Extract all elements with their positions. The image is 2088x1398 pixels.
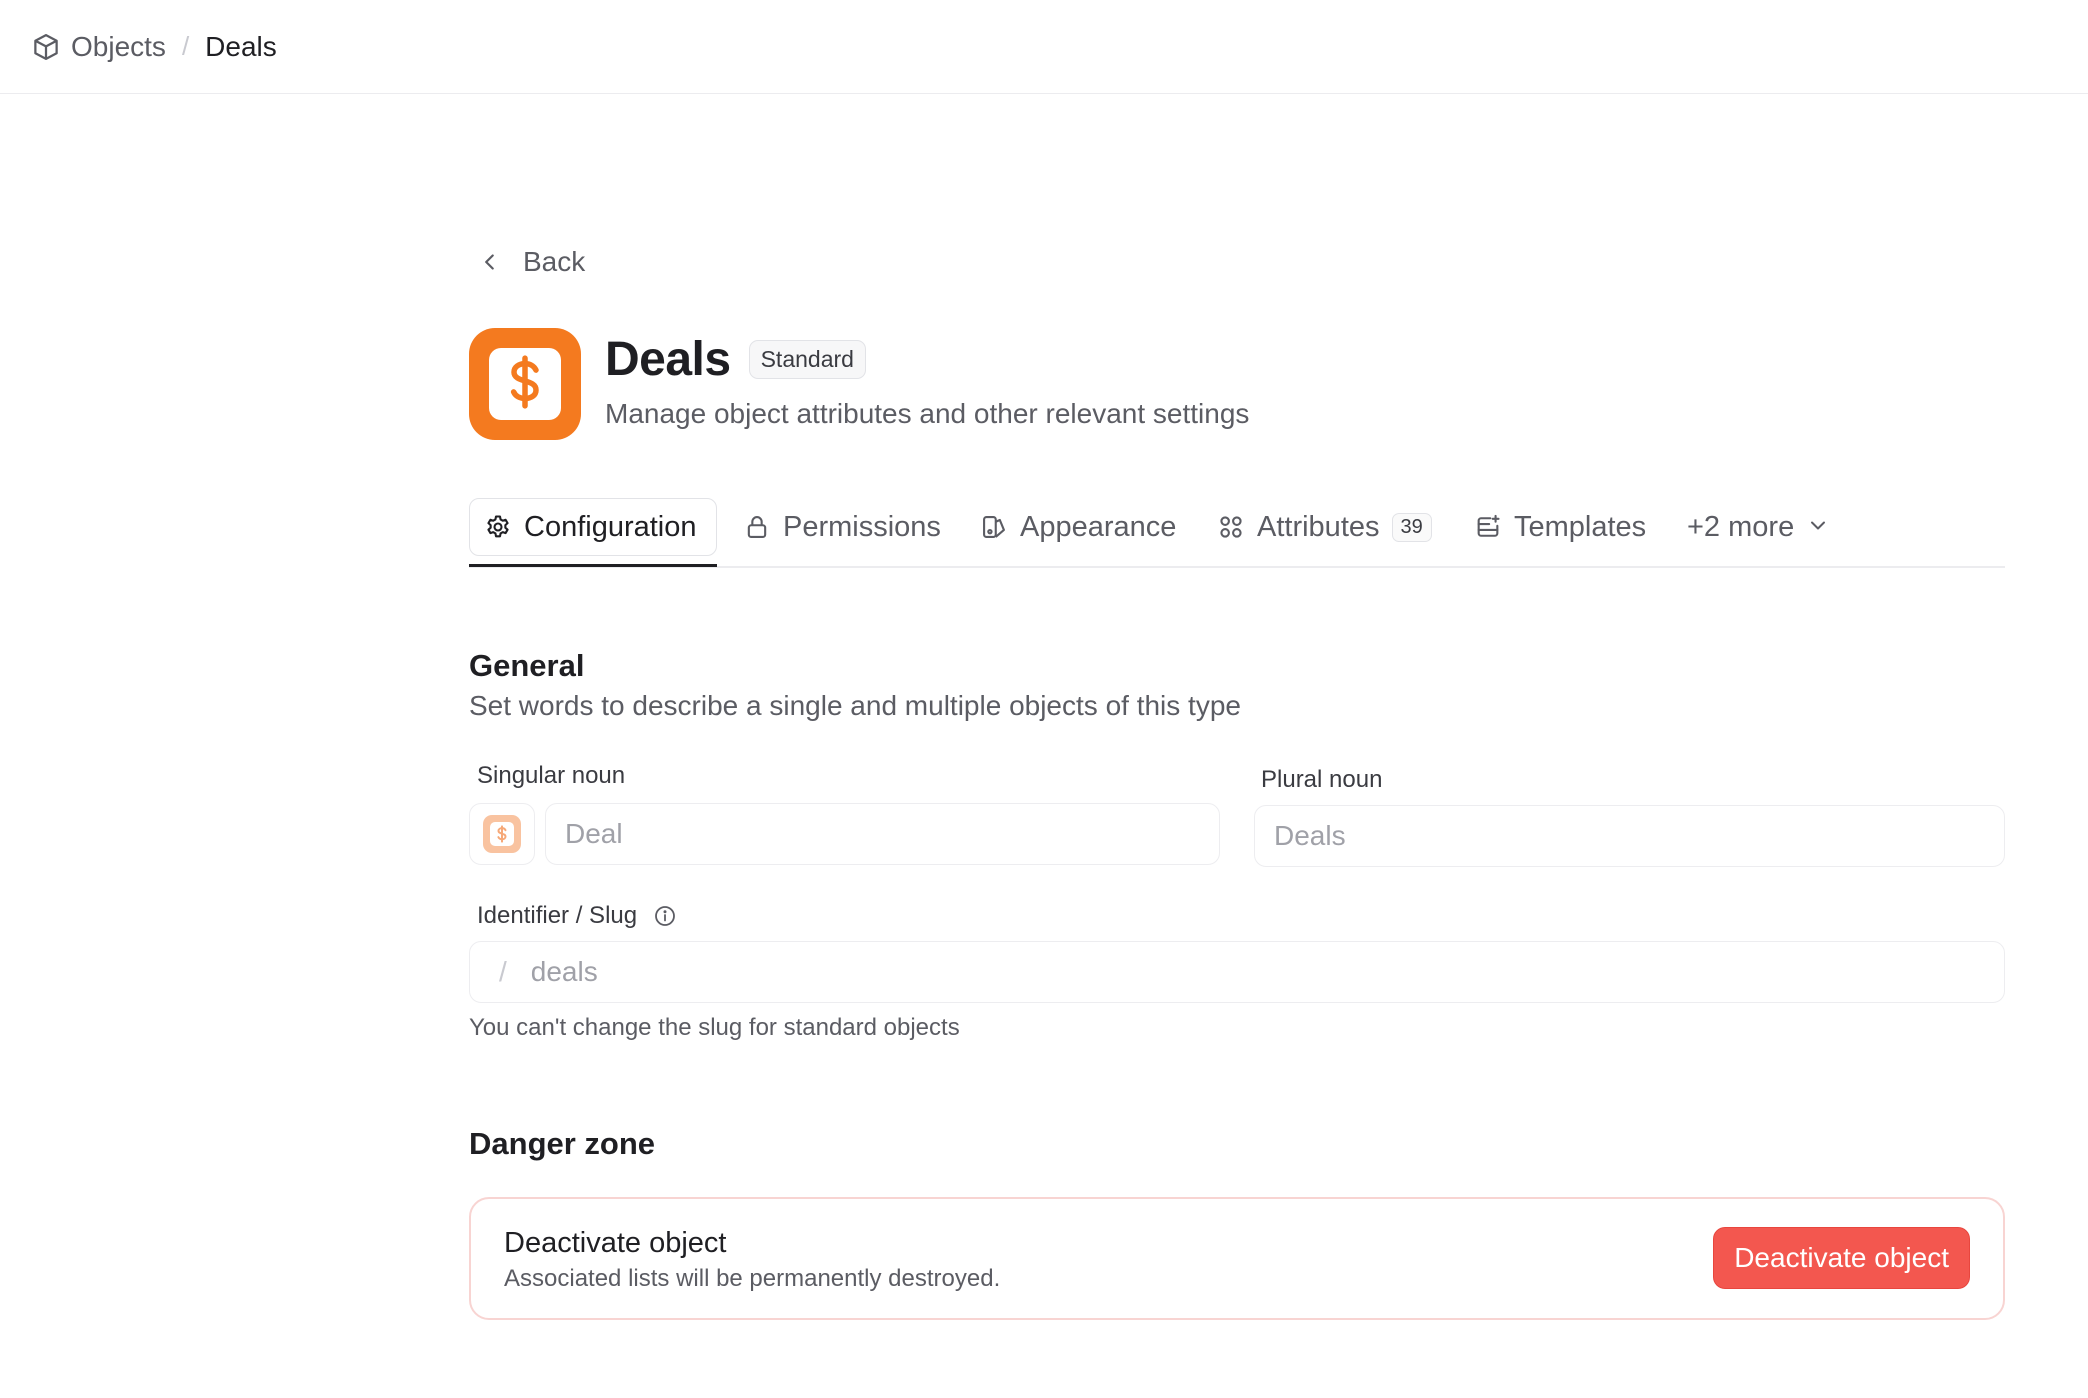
back-button[interactable]: Back <box>477 246 585 278</box>
tab-label: +2 more <box>1687 510 1795 543</box>
tab-configuration[interactable]: Configuration <box>469 498 717 556</box>
tab-appearance[interactable]: Appearance <box>980 498 1176 556</box>
deactivate-card-title: Deactivate object <box>504 1227 727 1259</box>
tab-attributes[interactable]: Attributes 39 <box>1217 498 1432 556</box>
chevron-down-icon <box>1806 513 1834 541</box>
tab-label: Attributes <box>1257 510 1380 543</box>
tab-templates[interactable]: Templates <box>1474 498 1646 556</box>
chevron-left-icon <box>477 249 503 275</box>
object-icon-picker[interactable] <box>469 803 535 865</box>
tab-label: Templates <box>1514 510 1647 543</box>
danger-zone-title: Danger zone <box>469 1126 656 1161</box>
back-label: Back <box>523 246 586 277</box>
breadcrumb: Objects / Deals <box>31 31 277 63</box>
singular-noun-label: Singular noun <box>477 762 626 789</box>
slug-label-text: Identifier / Slug <box>477 902 638 929</box>
gear-icon <box>484 513 512 541</box>
singular-noun-input[interactable]: Deal <box>545 803 1220 865</box>
identifier-slug-label: Identifier / Slug <box>477 902 677 930</box>
tab-label: Configuration <box>524 510 697 543</box>
page-subtitle: Manage object attributes and other relev… <box>605 398 1250 429</box>
deactivate-object-button[interactable]: Deactivate object <box>1713 1227 1970 1289</box>
tab-label: Permissions <box>783 510 941 543</box>
slug-input[interactable]: / deals <box>469 941 2005 1003</box>
breadcrumb-current: Deals <box>205 30 277 62</box>
standard-badge: Standard <box>748 340 866 379</box>
plural-noun-value: Deals <box>1274 820 1346 851</box>
singular-noun-value: Deal <box>565 818 623 849</box>
breadcrumb-objects-link[interactable]: Objects <box>71 31 166 63</box>
dollar-sign-icon <box>483 815 521 853</box>
tab-bar: Configuration Permissions Appearance Att… <box>469 494 2005 568</box>
object-icon <box>469 328 581 440</box>
info-icon[interactable] <box>653 904 677 928</box>
tab-label: Appearance <box>1020 510 1177 543</box>
lock-icon <box>743 513 771 541</box>
deactivate-card: Deactivate object Associated lists will … <box>469 1197 2005 1320</box>
general-section-title: General <box>469 648 585 683</box>
slug-value: deals <box>530 956 598 987</box>
attributes-grid-icon <box>1217 513 1245 541</box>
attributes-count-badge: 39 <box>1391 512 1432 542</box>
page-title: Deals <box>605 333 731 386</box>
active-tab-indicator <box>469 564 717 567</box>
dollar-sign-icon <box>503 354 547 415</box>
deactivate-card-subtitle: Associated lists will be permanently des… <box>504 1265 1001 1292</box>
plural-noun-label: Plural noun <box>1261 766 1383 793</box>
slug-prefix: / <box>499 956 507 987</box>
object-header: Deals Standard <box>605 332 866 387</box>
top-bar: Objects / Deals <box>0 0 2088 94</box>
templates-icon <box>1474 513 1502 541</box>
plural-noun-input[interactable]: Deals <box>1254 805 2005 867</box>
palette-icon <box>980 513 1008 541</box>
general-section-subtitle: Set words to describe a single and multi… <box>469 690 1241 721</box>
tab-more[interactable]: +2 more <box>1687 498 1834 556</box>
breadcrumb-separator: / <box>181 31 190 61</box>
tab-permissions[interactable]: Permissions <box>743 498 941 556</box>
slug-hint: You can't change the slug for standard o… <box>469 1014 960 1041</box>
cube-icon <box>31 32 61 62</box>
